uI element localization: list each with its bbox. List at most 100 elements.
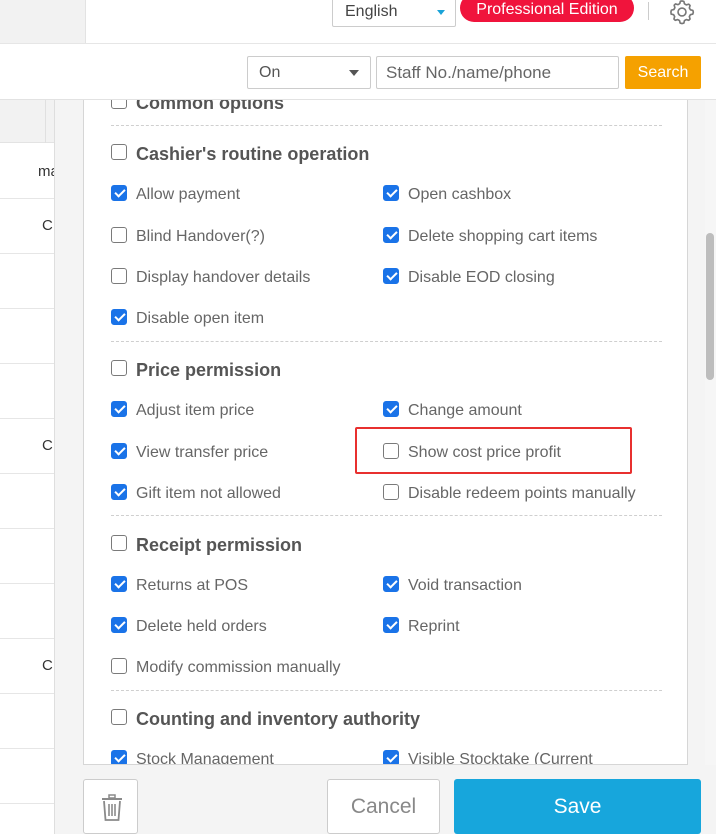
option-label: Reprint (408, 618, 460, 635)
checkbox[interactable] (383, 268, 399, 284)
option-view-transfer-price[interactable]: View transfer price (111, 442, 268, 464)
edition-badge[interactable]: Professional Edition (460, 0, 634, 22)
option-blind-handover[interactable]: Blind Handover(?) (111, 226, 265, 248)
group-price-permission[interactable]: Price permission (111, 358, 281, 382)
checkbox[interactable] (111, 576, 127, 592)
checkbox[interactable] (111, 227, 127, 243)
option-allow-payment[interactable]: Allow payment (111, 184, 240, 206)
option-gift-item-not-allowed[interactable]: Gift item not allowed (111, 483, 281, 505)
option-delete-held-orders[interactable]: Delete held orders (111, 616, 267, 638)
table-row (0, 198, 54, 199)
group-label: Common options (136, 100, 284, 113)
sidebar-header-area (0, 0, 86, 43)
group-label: Counting and inventory authority (136, 708, 420, 729)
search-input[interactable] (376, 56, 619, 89)
option-visible-stocktake[interactable]: Visible Stocktake (Current (383, 749, 593, 764)
status-select[interactable]: On (247, 56, 371, 89)
language-select-value: English (345, 3, 398, 20)
checkbox[interactable] (111, 268, 127, 284)
option-label: Gift item not allowed (136, 485, 281, 502)
save-button[interactable]: Save (454, 779, 701, 834)
top-bar: English Professional Edition (0, 0, 716, 44)
table-row (0, 308, 54, 309)
staff-table: ma C C C (0, 100, 59, 834)
option-modify-commission[interactable]: Modify commission manually (111, 657, 341, 679)
table-cell: C (42, 657, 53, 674)
option-label: Returns at POS (136, 577, 249, 594)
option-label: Delete shopping cart items (408, 228, 598, 245)
checkbox[interactable] (111, 484, 127, 500)
checkbox[interactable] (111, 144, 127, 160)
checkbox[interactable] (383, 401, 399, 417)
checkbox[interactable] (111, 100, 127, 109)
option-label: Modify commission manually (136, 659, 341, 676)
checkbox[interactable] (111, 185, 127, 201)
option-returns-at-pos[interactable]: Returns at POS (111, 575, 248, 597)
group-receipt-permission[interactable]: Receipt permission (111, 533, 302, 557)
checkbox[interactable] (111, 309, 127, 325)
group-label: Price permission (136, 359, 282, 380)
checkbox[interactable] (383, 484, 399, 500)
table-row (0, 473, 54, 474)
section-divider (111, 341, 662, 342)
table-cell: C (42, 217, 53, 234)
table-row (0, 803, 54, 804)
table-cell: C (42, 437, 53, 454)
option-adjust-item-price[interactable]: Adjust item price (111, 400, 254, 422)
option-label: Blind Handover(?) (136, 228, 265, 245)
checkbox[interactable] (111, 360, 127, 376)
checkbox[interactable] (383, 750, 399, 764)
option-open-cashbox[interactable]: Open cashbox (383, 184, 511, 206)
table-row (0, 253, 54, 254)
permissions-panel[interactable]: Common options Cashier's routine operati… (83, 100, 688, 765)
scrollbar-thumb[interactable] (706, 233, 714, 380)
table-row (0, 528, 54, 529)
table-header (0, 100, 54, 143)
checkbox[interactable] (383, 576, 399, 592)
option-change-amount[interactable]: Change amount (383, 400, 522, 422)
language-select[interactable]: English (332, 0, 456, 27)
checkbox[interactable] (383, 185, 399, 201)
option-stock-management[interactable]: Stock Management (111, 749, 274, 765)
option-label: Open cashbox (408, 186, 512, 203)
search-button[interactable]: Search (625, 56, 701, 89)
option-disable-eod-closing[interactable]: Disable EOD closing (383, 267, 555, 289)
checkbox[interactable] (111, 443, 127, 459)
table-row (0, 418, 54, 419)
option-disable-redeem-points[interactable]: Disable redeem points manually (383, 483, 636, 505)
table-row (0, 693, 54, 694)
filter-bar: On Search (0, 44, 716, 100)
status-select-value: On (259, 64, 281, 81)
option-display-handover-details[interactable]: Display handover details (111, 267, 310, 289)
option-label: View transfer price (136, 444, 269, 461)
checkbox[interactable] (111, 709, 127, 725)
table-row (0, 748, 54, 749)
option-label: Stock Management (136, 751, 274, 765)
group-common-options[interactable]: Common options (111, 100, 284, 115)
option-disable-open-item[interactable]: Disable open item (111, 308, 264, 330)
cancel-button[interactable]: Cancel (327, 779, 440, 834)
option-delete-cart-items[interactable]: Delete shopping cart items (383, 226, 597, 248)
group-label: Cashier's routine operation (136, 143, 370, 164)
gear-icon[interactable] (668, 0, 696, 26)
checkbox[interactable] (383, 617, 399, 633)
table-row (0, 363, 54, 364)
checkbox[interactable] (383, 227, 399, 243)
option-label: Display handover details (136, 269, 311, 286)
checkbox[interactable] (111, 535, 127, 551)
option-label: Allow payment (136, 186, 241, 203)
checkbox[interactable] (111, 401, 127, 417)
option-reprint[interactable]: Reprint (383, 616, 460, 638)
group-counting-inventory[interactable]: Counting and inventory authority (111, 707, 420, 731)
group-cashier-routine[interactable]: Cashier's routine operation (111, 142, 369, 166)
caret-down-icon (437, 10, 445, 15)
checkbox[interactable] (111, 750, 127, 764)
option-label: Disable redeem points manually (408, 485, 636, 502)
option-void-transaction[interactable]: Void transaction (383, 575, 522, 597)
header-divider (648, 2, 649, 20)
group-label: Receipt permission (136, 534, 303, 555)
scrollbar-track[interactable] (705, 100, 716, 765)
delete-button[interactable] (83, 779, 138, 834)
checkbox[interactable] (111, 617, 127, 633)
checkbox[interactable] (111, 658, 127, 674)
